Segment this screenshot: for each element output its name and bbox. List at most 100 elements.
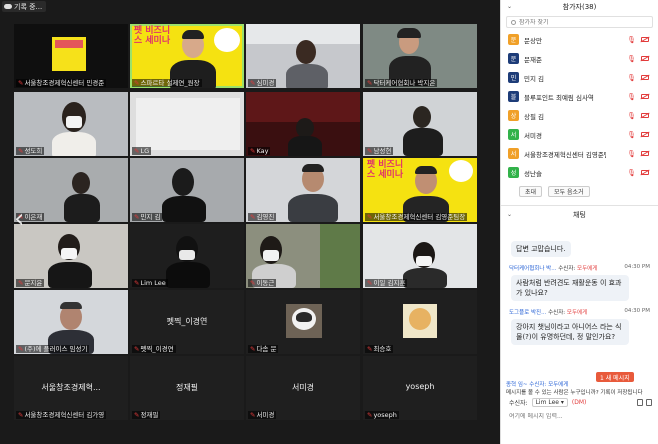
video-off-icon[interactable] [641, 170, 649, 175]
video-tile[interactable]: ✎이동근 [246, 224, 360, 288]
video-tile[interactable]: ✎민지 김 [130, 158, 244, 222]
person-head [296, 40, 316, 64]
mic-muted-icon: ✎ [134, 411, 140, 419]
video-tile[interactable]: ✎성도희 [14, 92, 128, 156]
participant-name: 문상만 [524, 36, 542, 45]
mic-muted-icon: ✎ [367, 79, 373, 87]
person-body [166, 262, 210, 288]
video-tile[interactable]: ✎닥터케어협회나 박지은 [363, 24, 477, 88]
avatar: 문 [508, 53, 519, 64]
participants-header[interactable]: ⌄ 참가자(38) [501, 0, 658, 13]
mic-muted-icon: ✎ [250, 345, 256, 353]
recipient-selector-row: 수신자: Lim Lee ▾ (DM) [509, 398, 652, 407]
recipient-dropdown[interactable]: Lim Lee ▾ [531, 398, 568, 407]
participant-search-input[interactable] [519, 18, 639, 26]
chat-input[interactable] [509, 413, 649, 420]
video-off-icon[interactable] [641, 151, 649, 156]
participant-search[interactable] [506, 16, 653, 28]
video-tile[interactable]: 서미경 ✎서미경 [246, 356, 360, 420]
mic-muted-icon[interactable]: 🎙 [627, 55, 636, 63]
message-recipient: 모두에게 [577, 266, 598, 272]
participant-row[interactable]: 문 문상만 🎙 [501, 30, 658, 49]
logo-mark [55, 40, 83, 48]
mic-muted-icon: ✎ [134, 213, 140, 221]
chat-message: 강아지 챗님이라고 아니어스 라는 식물(?)이 유명하던데, 정 말인가요? [511, 319, 629, 345]
video-off-icon[interactable] [641, 94, 649, 99]
video-tile-active-speaker[interactable]: 펫 비즈니스 세미나 ✎스파르타 설제연_원장 [130, 24, 244, 88]
video-tile[interactable]: ✎최승호 [363, 290, 477, 354]
mic-muted-icon: ✎ [250, 147, 256, 155]
chat-message: 사람처럼 반려견도 재활운동 이 효과가 있나요? [511, 275, 629, 301]
participant-display-name: 정재필 [175, 383, 199, 392]
participant-name: 성난슬 [524, 169, 542, 178]
person-body [52, 132, 96, 156]
recording-label: 기록 중... [14, 2, 43, 11]
mic-muted-icon[interactable]: 🎙 [627, 93, 636, 101]
video-tile[interactable]: ✎남성현 [363, 92, 477, 156]
video-tile[interactable]: ✎다솜 문 [246, 290, 360, 354]
mic-muted-icon: ✎ [367, 213, 373, 221]
file-icon[interactable] [637, 399, 643, 406]
recipient-label: 수신자: [558, 266, 576, 272]
video-tile[interactable]: ✎Lim Lee [130, 224, 244, 288]
face-mask [179, 250, 195, 260]
video-tile[interactable]: ✎(주)에 플러이스 임성기 [14, 290, 128, 354]
video-tile[interactable]: 펫 비즈니스 세미나 ✎서울창조경제혁신센터 김영준팀장 [363, 158, 477, 222]
participant-row[interactable]: 블 블루포인트 최예림 심사역 🎙 [501, 87, 658, 106]
chat-header[interactable]: ⌄ 채팅 [501, 208, 658, 221]
mic-muted-icon[interactable]: 🎙 [627, 74, 636, 82]
participant-row[interactable]: 서 서울창조경제혁신센터 김영준팀장 🎙 [501, 144, 658, 163]
chat-messages: 답변 고맙습니다. 닥터케어협회나 박... 수신자: 모두에게 04:30 P… [501, 234, 658, 345]
chevron-down-icon[interactable]: ⌄ [507, 211, 512, 218]
more-icon[interactable] [646, 399, 652, 406]
gallery-view: 기록 중... ✎서울창조경제혁신센터 민경준 펫 비즈니스 세미나 ✎스파르타… [0, 0, 500, 444]
mic-muted-icon[interactable]: 🎙 [627, 169, 636, 177]
video-tile[interactable]: 서울창조경제혁... ✎서울창조경제혁신센터 김가영 [14, 356, 128, 420]
video-tile[interactable]: 펫찍_이경연 ✎펫찍_이경연 [130, 290, 244, 354]
participant-row[interactable]: 성 성난슬 🎙 [501, 163, 658, 182]
mic-muted-icon[interactable]: 🎙 [627, 112, 636, 120]
avatar: 성 [508, 167, 519, 178]
participant-row[interactable]: 상 상필 김 🎙 [501, 106, 658, 125]
avatar: 서 [508, 148, 519, 159]
mic-muted-icon[interactable]: 🎙 [627, 150, 636, 158]
invite-button[interactable]: 초대 [519, 186, 543, 197]
message-sender[interactable]: 도그플로 박진... [509, 310, 546, 316]
video-tile[interactable]: ✎심미경 [246, 24, 360, 88]
recipient-value: Lim Lee [535, 399, 559, 406]
participant-row[interactable]: 서 서미경 🎙 [501, 125, 658, 144]
chevron-down-icon[interactable]: ⌄ [507, 3, 512, 10]
participant-row[interactable]: 문 문재준 🎙 [501, 49, 658, 68]
participant-name: ✎김영진 [248, 213, 277, 221]
message-sender[interactable]: 닥터케어협회나 박... [509, 266, 556, 272]
video-tile[interactable]: ✎이일 김지훈 [363, 224, 477, 288]
mic-muted-icon[interactable]: 🎙 [627, 131, 636, 139]
participant-name: 블루포인트 최예림 심사역 [524, 93, 594, 102]
video-tile[interactable]: ✎이은재 [14, 158, 128, 222]
video-tile[interactable]: ✎LG [130, 92, 244, 156]
video-tile[interactable]: ✎김영진 [246, 158, 360, 222]
previous-page-arrow-icon[interactable]: ‹ [14, 206, 24, 232]
participant-name: ✎닥터케어협회나 박지은 [365, 79, 438, 87]
recording-indicator[interactable]: 기록 중... [2, 1, 47, 12]
mute-all-button[interactable]: 모두 음소거 [548, 186, 590, 197]
video-tile[interactable]: ✎문지윤 [14, 224, 128, 288]
video-tile[interactable]: yoseph ✎yoseph [363, 356, 477, 420]
mic-muted-icon: ✎ [250, 79, 256, 87]
video-off-icon[interactable] [641, 113, 649, 118]
video-off-icon[interactable] [641, 56, 649, 61]
video-tile[interactable]: ✎Kay [246, 92, 360, 156]
mic-muted-icon: ✎ [367, 411, 373, 419]
message-recipient: 모두에게 [566, 310, 588, 316]
video-tile[interactable]: 정재필 ✎정재필 [130, 356, 244, 420]
person-body [403, 128, 443, 156]
mic-muted-icon: ✎ [18, 79, 24, 87]
mic-muted-icon[interactable]: 🎙 [627, 36, 636, 44]
notice-text: 메시지를 볼 수 있는 사람은 누구입니까? 기록이 저장됩니다 [506, 390, 643, 396]
participant-name: ✎yoseph [365, 411, 399, 419]
video-tile[interactable]: ✎서울창조경제혁신센터 민경준 [14, 24, 128, 88]
participant-row[interactable]: 민 민지 김 🎙 [501, 68, 658, 87]
video-off-icon[interactable] [641, 75, 649, 80]
video-off-icon[interactable] [641, 132, 649, 137]
video-off-icon[interactable] [641, 37, 649, 42]
